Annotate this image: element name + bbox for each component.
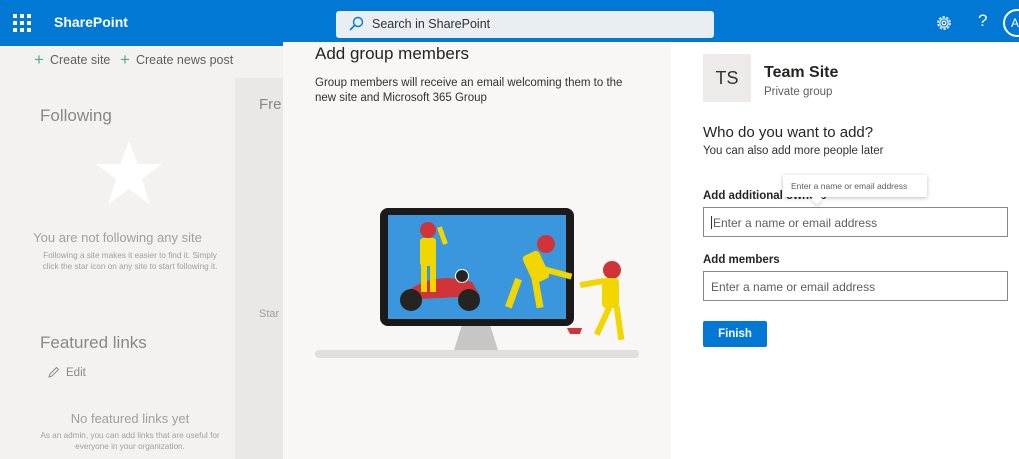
- members-label: Add members: [703, 254, 780, 266]
- featured-links-heading: Featured links: [40, 333, 147, 352]
- finish-button[interactable]: Finish: [703, 321, 767, 347]
- following-pane: Following You are not following any site…: [0, 78, 235, 459]
- add-members-form: [671, 42, 1019, 459]
- plus-icon: +: [34, 50, 44, 69]
- site-type: Private group: [764, 86, 833, 98]
- create-news-post-label: Create news post: [135, 53, 234, 67]
- app-title[interactable]: SharePoint: [54, 14, 128, 30]
- panel-description: Group members will receive an email welc…: [315, 77, 623, 104]
- members-placeholder: Enter a name or email address: [711, 280, 876, 294]
- members-field[interactable]: Enter a name or email address: [703, 271, 1008, 301]
- race-illustration: [315, 208, 639, 358]
- search-icon: [349, 16, 364, 31]
- following-empty-help: Following a site makes it easier to find…: [42, 251, 218, 271]
- featured-empty-title: No featured links yet: [70, 411, 190, 426]
- create-news-post-button[interactable]: + Create news post: [120, 50, 234, 69]
- edit-label: Edit: [66, 366, 86, 379]
- site-logo: TS: [703, 54, 751, 102]
- pencil-icon: [48, 366, 60, 378]
- create-site-label: Create site: [49, 53, 111, 67]
- star-icon: [96, 141, 162, 204]
- search-input[interactable]: Search in SharePoint: [336, 11, 714, 38]
- background-heading: Fre: [259, 96, 282, 113]
- owners-field[interactable]: Enter a name or email address: [703, 207, 1008, 237]
- search-placeholder: Search in SharePoint: [372, 17, 491, 31]
- who-to-add-subtext: You can also add more people later: [703, 145, 884, 157]
- panel-title: Add group members: [315, 44, 470, 63]
- waffle-icon[interactable]: [9, 10, 35, 36]
- owners-placeholder: Enter a name or email address: [713, 216, 878, 230]
- help-icon[interactable]: ?: [978, 11, 987, 31]
- plus-icon: +: [120, 50, 130, 69]
- edit-featured-links-link[interactable]: Edit: [47, 366, 86, 379]
- following-heading: Following: [40, 106, 112, 125]
- avatar[interactable]: A: [1003, 9, 1019, 37]
- text-caret: [711, 216, 712, 229]
- who-to-add-heading: Who do you want to add?: [703, 124, 874, 141]
- featured-empty-help: As an admin, you can add links that are …: [40, 431, 220, 451]
- following-empty-title: You are not following any site: [33, 230, 202, 245]
- command-bar: + Create site + Create news post: [0, 46, 283, 78]
- main-content-background: [235, 78, 283, 459]
- input-tooltip: Enter a name or email address: [783, 175, 927, 197]
- site-name: Team Site: [764, 64, 839, 81]
- background-text: Star: [259, 308, 280, 320]
- suite-header: SharePoint Search in SharePoint ? A: [0, 0, 1019, 46]
- create-site-button[interactable]: + Create site: [34, 50, 111, 69]
- gear-icon[interactable]: [934, 13, 954, 33]
